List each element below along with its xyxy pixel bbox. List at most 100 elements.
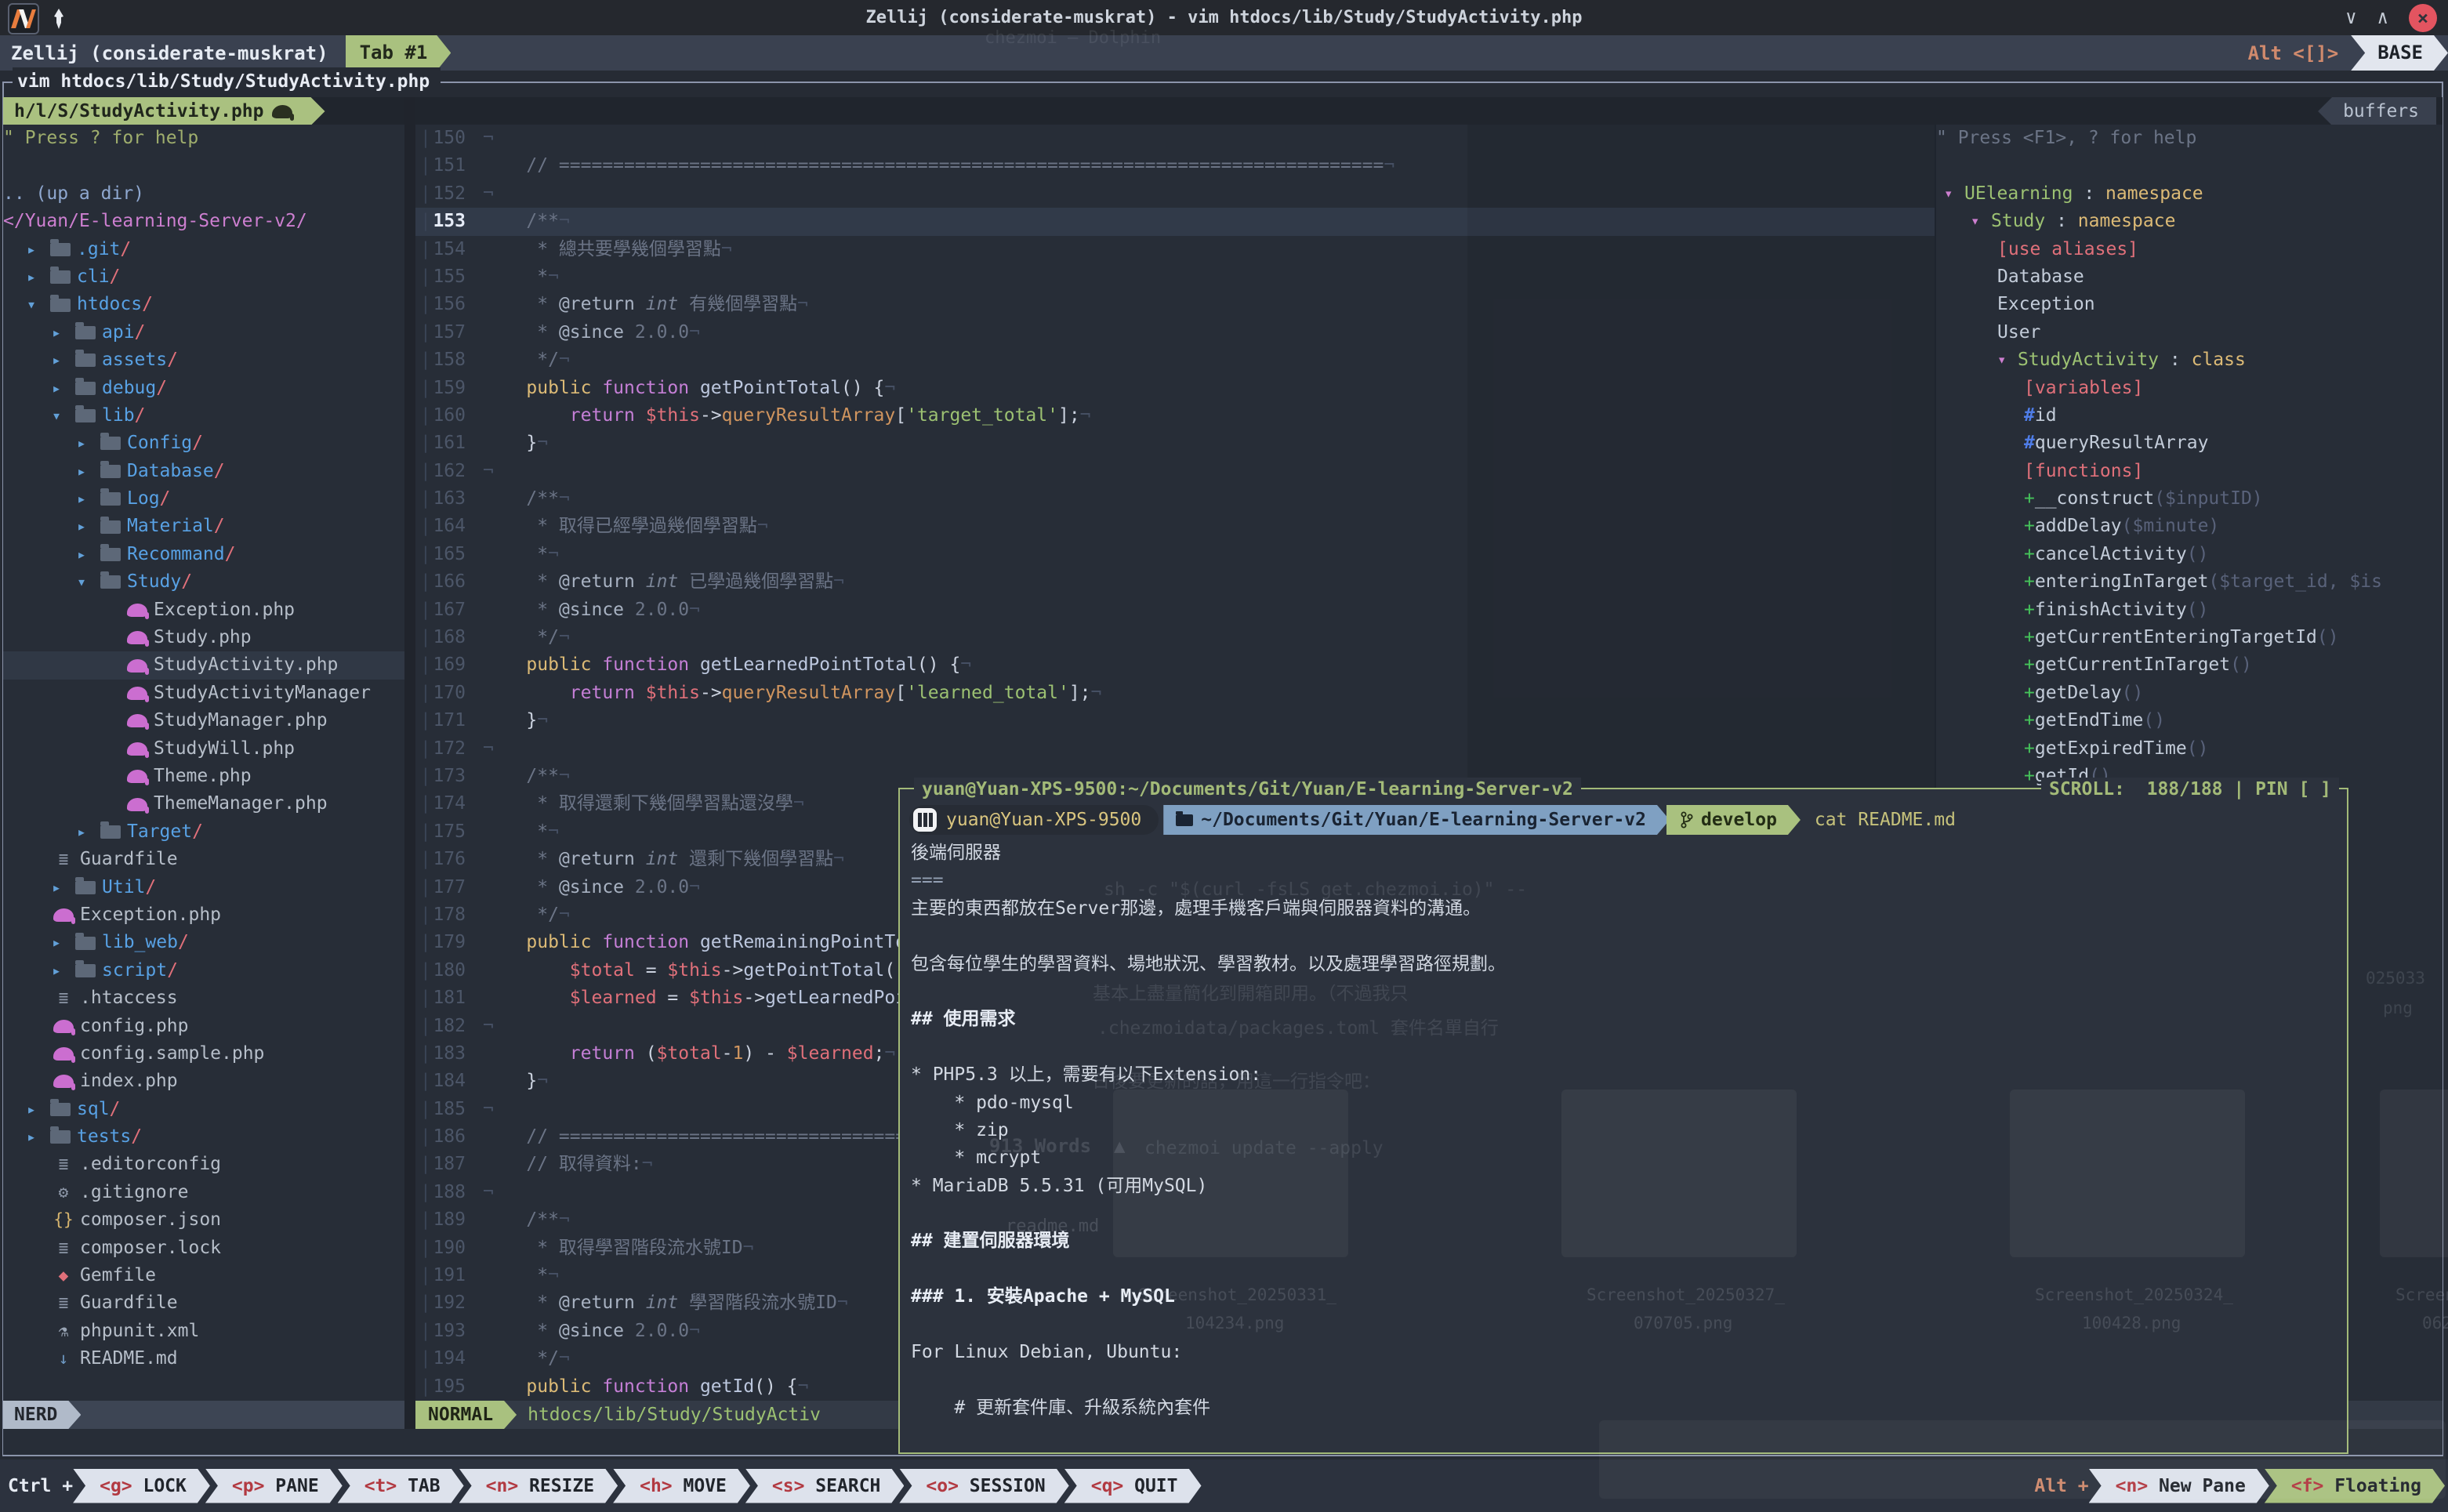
key-hint-session[interactable]: <o> SESSION [899,1469,1068,1503]
tree-item[interactable]: ▾htdocs/ [3,291,404,318]
tag-item[interactable]: Database [1936,263,2443,291]
chevron-right-icon[interactable]: ▸ [52,375,75,402]
tag-item[interactable]: +getCurrentEnteringTargetId() [1936,624,2443,651]
tree-item[interactable]: ≣.editorconfig [3,1151,404,1178]
tree-item[interactable]: config.php [3,1013,404,1040]
code-line[interactable]: |159 public function getPointTotal() {¬ [415,375,1935,402]
tree-item[interactable]: Exception.php [3,901,404,929]
tag-item[interactable]: +finishActivity() [1936,596,2443,624]
tree-item[interactable]: ⚗phpunit.xml [3,1318,404,1345]
code-line[interactable]: |165 *¬ [415,541,1935,568]
chevron-right-icon[interactable]: ▸ [77,541,100,568]
code-line[interactable]: |166 * @return int 已學過幾個學習點¬ [415,568,1935,596]
window-separator[interactable] [404,97,415,1429]
tree-item[interactable]: ⚙.gitignore [3,1179,404,1206]
code-line[interactable]: |155 *¬ [415,263,1935,291]
code-line[interactable]: |154 * 總共要學幾個學習點¬ [415,236,1935,263]
key-hint-resize[interactable]: <n> RESIZE [459,1469,618,1503]
chevron-down-icon[interactable]: ▾ [52,402,75,430]
tree-item[interactable]: ▸tests/ [3,1123,404,1151]
code-line[interactable]: |157 * @since 2.0.0¬ [415,319,1935,346]
tree-item[interactable]: ▸assets/ [3,346,404,374]
code-line[interactable]: |153 /**¬ [415,208,1935,235]
tree-item[interactable]: ▸.git/ [3,236,404,263]
code-line[interactable]: |167 * @since 2.0.0¬ [415,596,1935,624]
chevron-right-icon[interactable]: ▸ [52,957,75,984]
chevron-right-icon[interactable]: ▸ [27,1096,50,1123]
chevron-down-icon[interactable]: ▾ [1997,346,2018,374]
key-hint-move[interactable]: <h> MOVE [613,1469,750,1503]
code-line[interactable]: |161 }¬ [415,430,1935,457]
tree-item[interactable]: {}composer.json [3,1206,404,1234]
tag-item[interactable]: +__construct($inputID) [1936,485,2443,513]
tree-item[interactable]: ThemeManager.php [3,790,404,818]
tree-item[interactable]: Theme.php [3,763,404,790]
key-hint-search[interactable]: <s> SEARCH [745,1469,904,1503]
chevron-down-icon[interactable]: ▾ [77,568,100,596]
key-hint-quit[interactable]: <q> QUIT [1064,1469,1202,1503]
tree-item[interactable]: ▸Target/ [3,818,404,846]
tag-item[interactable]: [functions] [1936,458,2443,485]
chevron-right-icon[interactable]: ▸ [27,236,50,263]
tree-item[interactable]: ▾lib/ [3,402,404,430]
chevron-right-icon[interactable]: ▸ [77,430,100,457]
tag-item[interactable]: ▾UElearning : namespace [1936,180,2443,208]
code-line[interactable]: |169 public function getLearnedPointTota… [415,651,1935,679]
tree-item[interactable]: ▸Recommand/ [3,541,404,568]
chevron-right-icon[interactable]: ▸ [52,929,75,956]
code-line[interactable]: |150¬ [415,125,1935,152]
tag-item[interactable]: +addDelay($minute) [1936,513,2443,540]
tag-item[interactable]: Exception [1936,291,2443,318]
nerdtree-panel[interactable]: " Press ? for help.. (up a dir)</Yuan/E-… [3,125,404,1401]
code-line[interactable]: |164 * 取得已經學過幾個學習點¬ [415,513,1935,540]
tag-item[interactable]: [variables] [1936,375,2443,402]
tree-root-path[interactable]: </Yuan/E-learning-Server-v2/ [3,208,404,235]
chevron-right-icon[interactable]: ▸ [52,319,75,346]
key-hint-tab[interactable]: <t> TAB [338,1469,464,1503]
key-hint-pane[interactable]: <p> PANE [205,1469,343,1503]
tag-item[interactable]: [use aliases] [1936,236,2443,263]
code-line[interactable]: |163 /**¬ [415,485,1935,513]
tree-item[interactable]: StudyManager.php [3,707,404,734]
chevron-right-icon[interactable]: ▸ [77,513,100,540]
tree-item[interactable]: ▸lib_web/ [3,929,404,956]
tree-item[interactable]: ◆Gemfile [3,1262,404,1289]
tree-item[interactable]: ≣Guardfile [3,846,404,873]
chevron-down-icon[interactable]: ▾ [1944,180,1964,208]
buffer-tab[interactable]: h/l/S/StudyActivity.php [3,97,325,125]
tree-item[interactable]: index.php [3,1068,404,1095]
code-line[interactable]: |171 }¬ [415,707,1935,734]
code-line[interactable]: |156 * @return int 有幾個學習點¬ [415,291,1935,318]
tag-item[interactable]: +enteringInTarget($target_id, $is [1936,568,2443,596]
chevron-right-icon[interactable]: ▸ [77,485,100,513]
tree-up-dir[interactable]: .. (up a dir) [3,180,404,208]
tag-item[interactable]: +getCurrentInTarget() [1936,651,2443,679]
chevron-right-icon[interactable]: ▸ [52,346,75,374]
key-hint-lock[interactable]: <g> LOCK [73,1469,210,1503]
key-hint-floating[interactable]: <f> Floating [2265,1469,2445,1503]
tag-item[interactable]: +getDelay() [1936,680,2443,707]
tag-item[interactable]: User [1936,319,2443,346]
maximize-button[interactable]: ∧ [2377,0,2388,35]
tag-item[interactable]: ▾Study : namespace [1936,208,2443,235]
tab-1[interactable]: Tab #1 [346,35,452,71]
chevron-right-icon[interactable]: ▸ [77,818,100,846]
tag-item[interactable]: +getExpiredTime() [1936,735,2443,763]
chevron-right-icon[interactable]: ▸ [27,263,50,291]
tree-item[interactable]: config.sample.php [3,1040,404,1068]
tree-item-selected[interactable]: StudyActivity.php [3,651,404,679]
key-hint-new-pane[interactable]: <n> New Pane [2089,1469,2269,1503]
tree-item[interactable]: StudyWill.php [3,735,404,763]
floating-terminal-pane[interactable]: yuan@Yuan-XPS-9500:~/Documents/Git/Yuan/… [898,788,2348,1454]
chevron-down-icon[interactable]: ▾ [1971,208,1991,235]
code-line[interactable]: |162¬ [415,458,1935,485]
tree-item[interactable]: ≣composer.lock [3,1235,404,1262]
tree-item[interactable]: ≣.htaccess [3,984,404,1012]
tag-item[interactable]: #queryResultArray [1936,430,2443,457]
code-line[interactable]: |158 */¬ [415,346,1935,374]
tag-item[interactable]: #id [1936,402,2443,430]
code-line[interactable]: |168 */¬ [415,624,1935,651]
code-line[interactable]: |170 return $this->queryResultArray['lea… [415,680,1935,707]
tree-item[interactable]: ▸Material/ [3,513,404,540]
chevron-down-icon[interactable]: ▾ [27,291,50,318]
